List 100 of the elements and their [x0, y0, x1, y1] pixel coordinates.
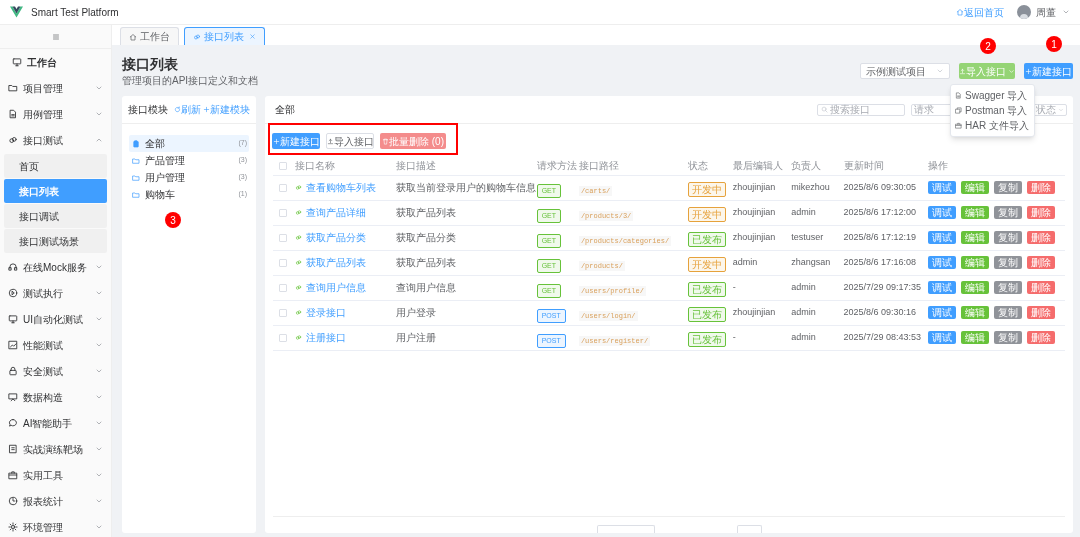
chevron-icon: [95, 393, 103, 401]
menu-item[interactable]: Swagger 导入: [951, 88, 1034, 103]
column-header: 更新时间: [843, 157, 929, 175]
menu-item[interactable]: Postman 导入: [951, 103, 1034, 118]
sidebar-subitem[interactable]: 接口测试场景: [4, 229, 107, 253]
sidebar-subitem[interactable]: 接口调试: [4, 204, 107, 228]
action-button[interactable]: 复制: [994, 256, 1023, 269]
api-name-link[interactable]: 查询用户信息: [295, 280, 396, 295]
book-icon: [8, 444, 18, 454]
sidebar-item[interactable]: 工作台: [0, 49, 111, 75]
action-button[interactable]: 编辑: [961, 306, 990, 319]
action-button[interactable]: 复制: [994, 306, 1023, 319]
status-tag: 已发布: [687, 331, 726, 347]
page-jump-field[interactable]: [737, 525, 762, 533]
user-name[interactable]: 周董: [1036, 4, 1056, 20]
checkbox[interactable]: [279, 183, 287, 192]
api-name-link[interactable]: 获取产品列表: [295, 255, 396, 270]
toolbar-button[interactable]: 新建接口: [272, 133, 320, 149]
link-icon: [295, 259, 303, 266]
sidebar-item[interactable]: 安全测试: [0, 358, 111, 384]
sidebar-item[interactable]: 性能测试: [0, 332, 111, 358]
action-button[interactable]: 调试: [928, 281, 957, 294]
sidebar-item[interactable]: 环境管理: [0, 514, 111, 537]
action-button[interactable]: 删除: [1027, 281, 1056, 294]
api-name-link[interactable]: 查询产品详细: [295, 205, 396, 220]
checkbox[interactable]: [279, 161, 287, 170]
tab[interactable]: 接口列表: [184, 27, 265, 45]
column-header: 最后编辑人: [732, 157, 792, 175]
page-title: 接口列表: [122, 55, 179, 73]
checkbox[interactable]: [279, 258, 287, 267]
action-button[interactable]: 调试: [928, 231, 957, 244]
toolbar-button[interactable]: 导入接口: [326, 133, 374, 149]
new-module-link[interactable]: 新建模块: [203, 102, 250, 117]
action-button[interactable]: 编辑: [961, 331, 990, 344]
sidebar-item[interactable]: 项目管理: [0, 75, 111, 101]
action-button[interactable]: 编辑: [961, 181, 990, 194]
sidebar-item[interactable]: 数据构造: [0, 384, 111, 410]
action-button[interactable]: 删除: [1027, 206, 1056, 219]
sidebar-item[interactable]: 报表统计: [0, 488, 111, 514]
action-button[interactable]: 复制: [994, 206, 1023, 219]
sidebar-item[interactable]: 在线Mock服务: [0, 254, 111, 280]
checkbox[interactable]: [279, 233, 287, 242]
sidebar-item[interactable]: 用例管理: [0, 101, 111, 127]
action-button[interactable]: 复制: [994, 181, 1023, 194]
sidebar-subitem[interactable]: 接口列表: [4, 179, 107, 203]
sidebar-item[interactable]: AI智能助手: [0, 410, 111, 436]
search-field[interactable]: 搜索接口: [817, 103, 905, 116]
action-button[interactable]: 编辑: [961, 281, 990, 294]
sidebar-item[interactable]: 实战演练靶场: [0, 436, 111, 462]
checkbox[interactable]: [279, 333, 287, 342]
action-button[interactable]: 调试: [928, 331, 957, 344]
link-icon: [295, 234, 303, 241]
checkbox[interactable]: [279, 308, 287, 317]
menu-item[interactable]: HAR 文件导入: [951, 118, 1034, 133]
chevron-icon: [1058, 106, 1064, 113]
sidebar-subitem[interactable]: 首页: [4, 154, 107, 178]
sidebar-item[interactable]: 接口测试: [0, 127, 111, 153]
api-name-link[interactable]: 查看购物车列表: [295, 180, 396, 195]
action-button[interactable]: 复制: [994, 281, 1023, 294]
folder-icon: [8, 83, 18, 93]
action-button[interactable]: 调试: [928, 206, 957, 219]
checkbox[interactable]: [279, 283, 287, 292]
action-button[interactable]: 调试: [928, 306, 957, 319]
page-size-select[interactable]: [597, 525, 655, 533]
action-button[interactable]: 编辑: [961, 206, 990, 219]
action-button[interactable]: 删除: [1027, 331, 1056, 344]
upload-icon: [326, 137, 334, 145]
new-button[interactable]: 新建接口: [1024, 63, 1073, 79]
action-button[interactable]: 调试: [928, 181, 957, 194]
action-button[interactable]: 删除: [1027, 181, 1056, 194]
home-link[interactable]: 返回首页: [956, 4, 1004, 20]
action-button[interactable]: 删除: [1027, 306, 1056, 319]
import-button[interactable]: 导入接口: [959, 63, 1015, 79]
sidebar-item[interactable]: 测试执行: [0, 280, 111, 306]
chevron-icon: [95, 367, 103, 375]
chevron-icon: [1062, 8, 1070, 16]
action-button[interactable]: 删除: [1027, 231, 1056, 244]
api-name-link[interactable]: 注册接口: [295, 330, 396, 345]
headset-icon: [8, 262, 18, 272]
action-button[interactable]: 删除: [1027, 256, 1056, 269]
action-button[interactable]: 编辑: [961, 231, 990, 244]
table-cell: 用户注册: [395, 325, 537, 350]
action-button[interactable]: 编辑: [961, 256, 990, 269]
refresh-link[interactable]: 刷新: [174, 102, 201, 117]
chevron-icon: [95, 419, 103, 427]
api-name-link[interactable]: 获取产品分类: [295, 230, 396, 245]
api-name-link[interactable]: 登录接口: [295, 305, 396, 320]
sidebar-item[interactable]: 实用工具: [0, 462, 111, 488]
project-select[interactable]: 示例测试项目: [860, 63, 950, 79]
tab[interactable]: 工作台: [120, 27, 179, 45]
table-cell: 获取当前登录用户的购物车信息: [395, 175, 537, 200]
checkbox[interactable]: [279, 208, 287, 217]
action-button[interactable]: 复制: [994, 331, 1023, 344]
column-header: 负责人: [791, 157, 844, 175]
action-button[interactable]: 调试: [928, 256, 957, 269]
plus-icon: [203, 106, 210, 113]
sidebar-item[interactable]: UI自动化测试: [0, 306, 111, 332]
chevron-icon: [1008, 67, 1015, 75]
action-button[interactable]: 复制: [994, 231, 1023, 244]
table-cell: admin: [791, 200, 844, 225]
